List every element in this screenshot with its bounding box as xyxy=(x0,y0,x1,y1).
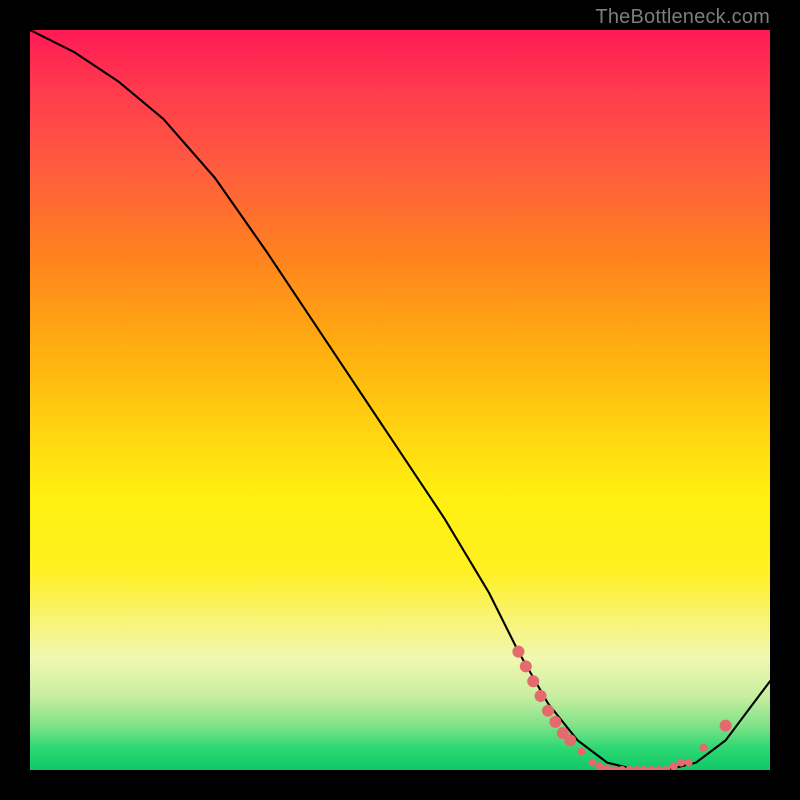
data-marker xyxy=(520,660,532,672)
data-marker xyxy=(633,766,641,770)
data-marker xyxy=(670,762,678,770)
data-markers xyxy=(512,646,731,770)
data-marker xyxy=(720,720,732,732)
curve-line xyxy=(30,30,770,770)
data-marker xyxy=(603,765,611,770)
data-marker xyxy=(640,766,648,770)
data-marker xyxy=(549,716,561,728)
data-marker xyxy=(564,734,576,746)
data-marker xyxy=(662,766,670,770)
data-marker xyxy=(648,766,656,770)
data-marker xyxy=(685,759,693,767)
data-marker xyxy=(699,744,707,752)
data-marker xyxy=(677,759,685,767)
attribution-label: TheBottleneck.com xyxy=(595,6,770,29)
data-marker xyxy=(512,646,524,658)
data-marker xyxy=(588,759,596,767)
data-marker xyxy=(596,762,604,770)
chart-svg xyxy=(30,30,770,770)
data-marker xyxy=(577,748,585,756)
data-marker xyxy=(611,766,619,770)
data-marker xyxy=(655,766,663,770)
data-marker xyxy=(527,675,539,687)
data-marker xyxy=(542,705,554,717)
chart-container: TheBottleneck.com xyxy=(0,0,800,800)
data-marker xyxy=(535,690,547,702)
